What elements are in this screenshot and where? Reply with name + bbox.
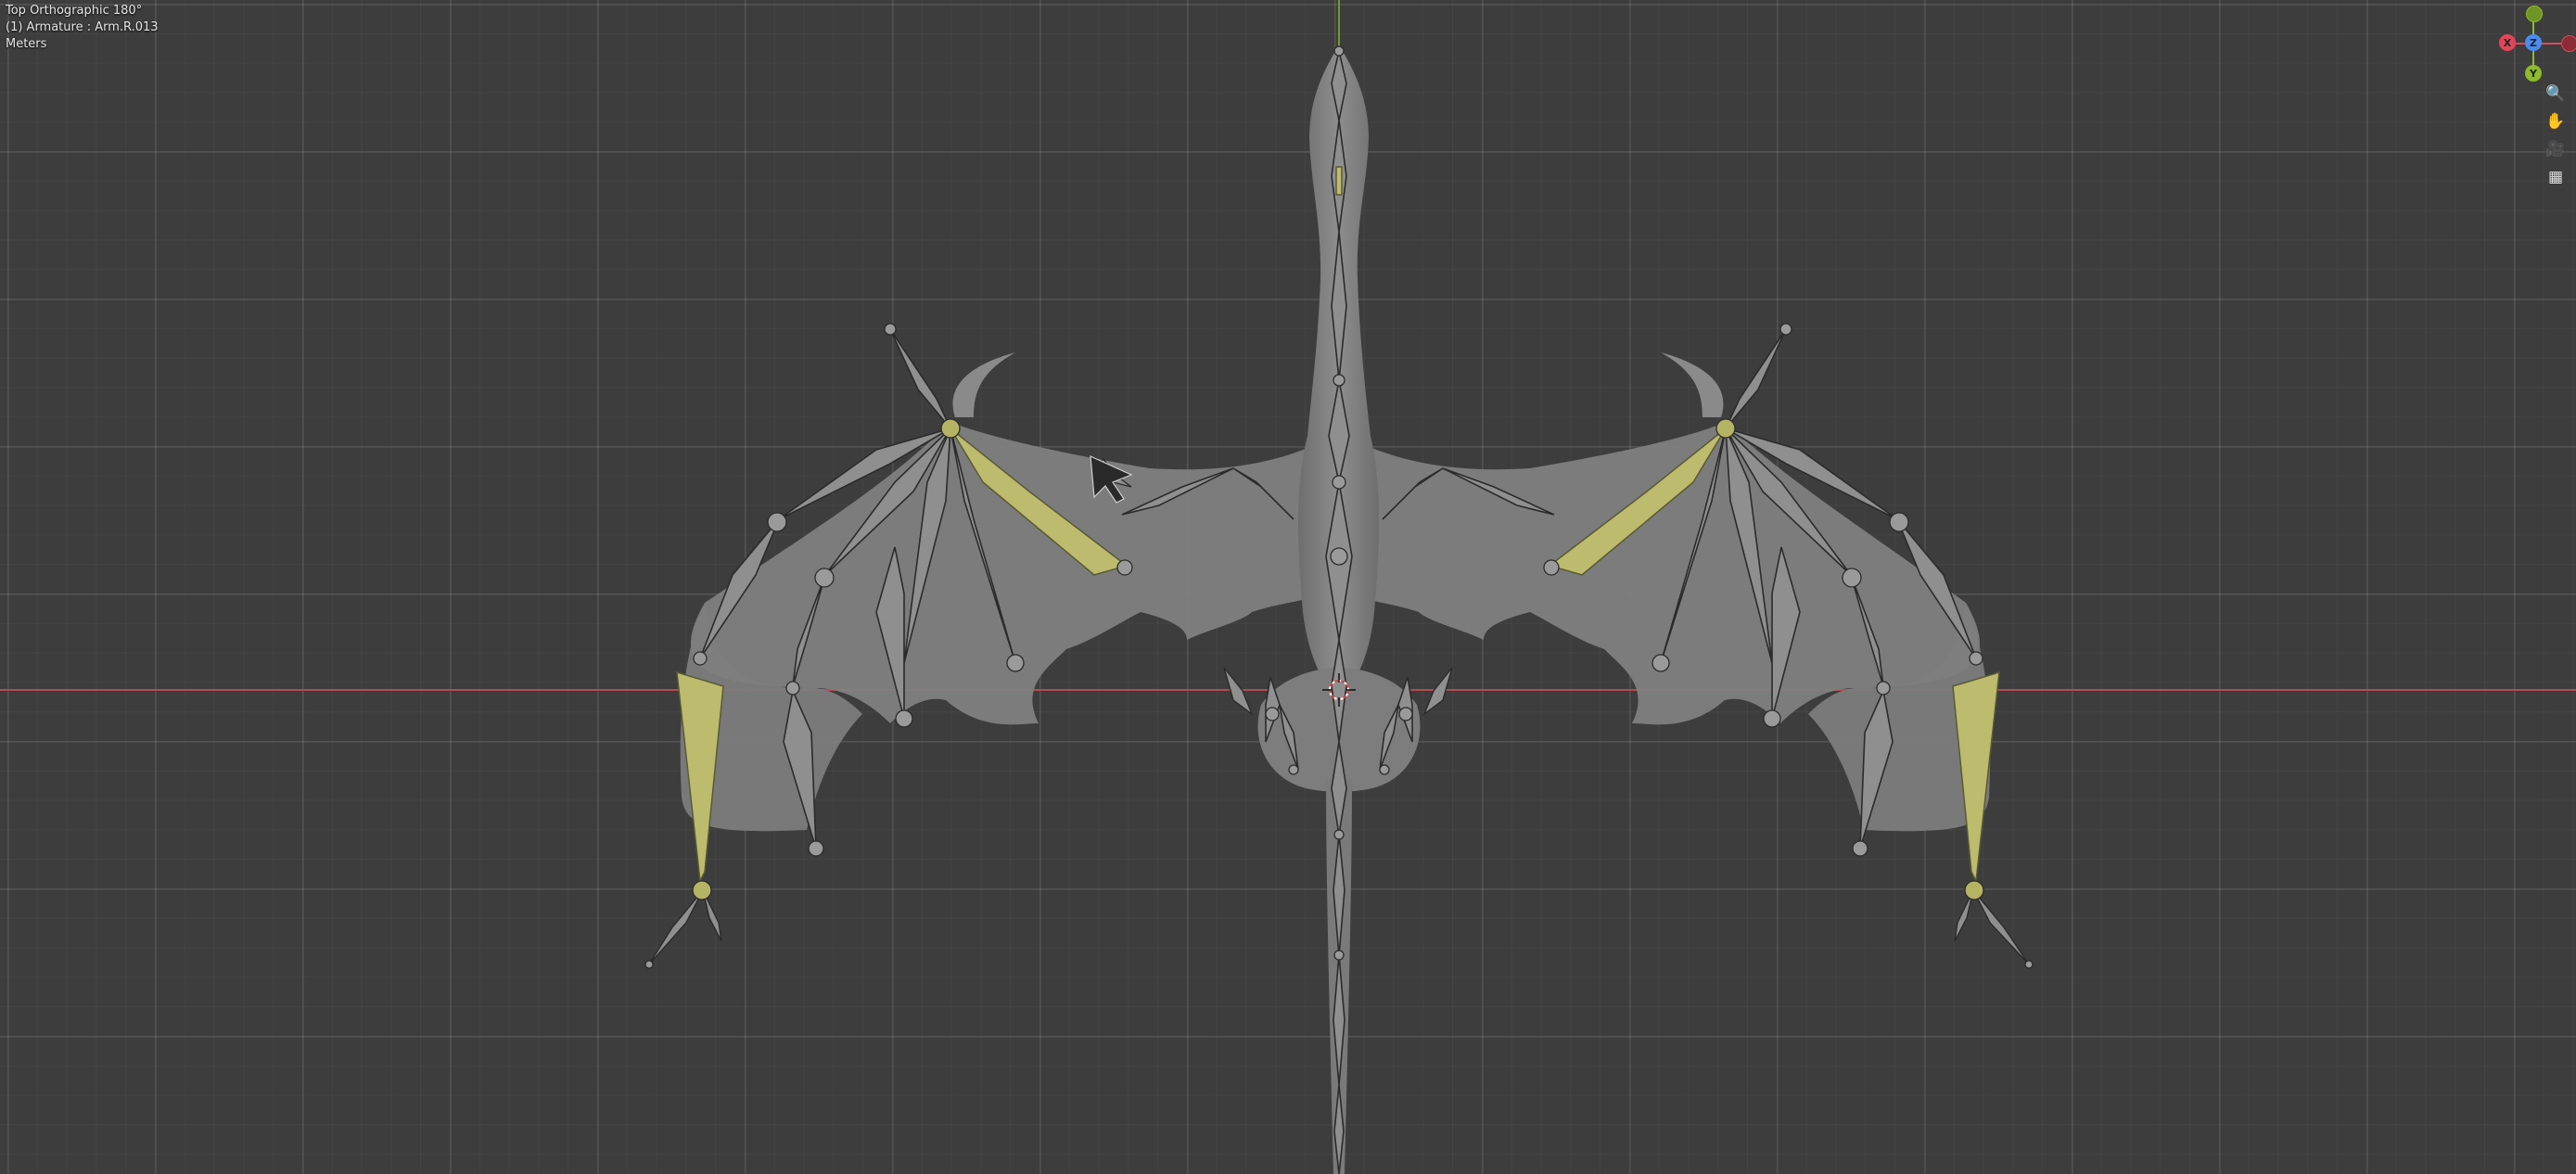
gizmo-y-label: Y [2530, 67, 2537, 80]
armature-bones[interactable] [699, 50, 1977, 1174]
wing-membrane-right [1345, 422, 1980, 725]
zoom-icon[interactable]: 🔍 [2543, 81, 2569, 107]
units-label: Meters [6, 37, 47, 51]
gizmo-x-label: X [2503, 36, 2512, 49]
hand-pan-icon[interactable]: ✋ [2543, 108, 2569, 134]
gizmo-x-neg-ball[interactable]: X [2499, 34, 2516, 51]
dragon-model[interactable] [0, 0, 2576, 1174]
wing-claw-left [952, 352, 1015, 417]
grid-ortho-icon[interactable]: ▦ [2543, 164, 2569, 190]
3d-viewport[interactable]: Top Orthographic 180° (1) Armature : Arm… [0, 0, 2576, 1174]
navigation-gizmo[interactable]: X Y Z [2491, 6, 2576, 82]
gizmo-x-pos-ball[interactable] [2561, 35, 2576, 52]
view-name-label: Top Orthographic 180° [6, 4, 143, 18]
camera-icon[interactable]: 🎥 [2543, 136, 2569, 162]
active-object-label: (1) Armature : Arm.R.013 [6, 20, 159, 34]
wing-membrane-left [691, 422, 1335, 725]
gizmo-y-pos-ball[interactable] [2526, 6, 2543, 22]
gizmo-z-ball[interactable]: Z [2525, 34, 2542, 51]
wing-claw-right [1661, 352, 1724, 417]
gizmo-y-neg-ball[interactable]: Y [2525, 65, 2542, 82]
gizmo-z-label: Z [2530, 36, 2537, 49]
